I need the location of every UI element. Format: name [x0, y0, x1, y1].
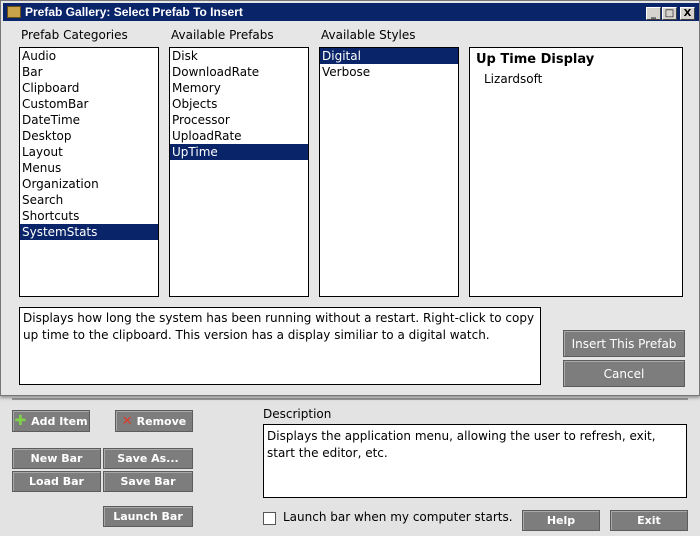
add-item-label: Add Item [31, 414, 88, 428]
category-item[interactable]: DateTime [20, 112, 158, 128]
prefabs-label: Available Prefabs [171, 28, 274, 42]
prefab-item[interactable]: UpTime [170, 144, 308, 160]
category-item[interactable]: Clipboard [20, 80, 158, 96]
category-item[interactable]: Audio [20, 48, 158, 64]
prefabs-list[interactable]: Disk DownloadRate Memory Objects Processor Up… [169, 47, 309, 297]
category-item[interactable]: Menus [20, 160, 158, 176]
prefab-item[interactable]: Memory [170, 80, 308, 96]
category-item[interactable]: Search [20, 192, 158, 208]
exit-button[interactable]: Exit [610, 510, 688, 531]
x-icon: ✕ [121, 413, 133, 429]
maximize-button[interactable]: □ [662, 7, 677, 20]
launch-checkbox-label[interactable]: Launch bar when my computer starts. [283, 510, 513, 524]
load-bar-button[interactable]: Load Bar [12, 471, 101, 492]
description-label: Description [263, 407, 332, 421]
categories-label: Prefab Categories [21, 28, 128, 42]
save-as-button[interactable]: Save As... [103, 448, 193, 469]
styles-label: Available Styles [321, 28, 416, 42]
main-divider [12, 398, 688, 400]
prefab-item[interactable]: Processor [170, 112, 308, 128]
prefab-item[interactable]: DownloadRate [170, 64, 308, 80]
dialog-title: Prefab Gallery: Select Prefab To Insert [25, 5, 243, 19]
close-button[interactable]: X [680, 7, 695, 20]
prefab-item[interactable]: Disk [170, 48, 308, 64]
prefab-item[interactable]: UploadRate [170, 128, 308, 144]
dialog-titlebar[interactable]: Prefab Gallery: Select Prefab To Insert … [3, 3, 699, 21]
prefab-item[interactable]: Objects [170, 96, 308, 112]
styles-list[interactable]: Digital Verbose [319, 47, 459, 297]
prefab-description: Displays how long the system has been ru… [19, 307, 541, 385]
prefab-info-title: Up Time Display [476, 52, 595, 67]
prefab-info-author: Lizardsoft [484, 72, 543, 86]
style-item[interactable]: Verbose [320, 64, 458, 80]
prefab-gallery-dialog: Prefab Gallery: Select Prefab To Insert … [0, 0, 700, 396]
new-bar-button[interactable]: New Bar [12, 448, 101, 469]
add-item-button[interactable]: ✚ Add Item [12, 410, 90, 432]
category-item[interactable]: Shortcuts [20, 208, 158, 224]
categories-list[interactable]: Audio Bar Clipboard CustomBar DateTime Deskto… [19, 47, 159, 297]
launch-bar-button[interactable]: Launch Bar [103, 506, 193, 527]
minimize-button[interactable]: _ [646, 7, 661, 20]
category-item[interactable]: Bar [20, 64, 158, 80]
description-text[interactable]: Displays the application menu, allowing … [263, 424, 687, 498]
cancel-button[interactable]: Cancel [563, 360, 685, 387]
remove-label: Remove [136, 414, 187, 428]
category-item[interactable]: Desktop [20, 128, 158, 144]
folder-icon [7, 6, 21, 18]
category-item[interactable]: CustomBar [20, 96, 158, 112]
save-bar-button[interactable]: Save Bar [103, 471, 193, 492]
plus-icon: ✚ [14, 412, 27, 429]
category-item[interactable]: Layout [20, 144, 158, 160]
insert-prefab-button[interactable]: Insert This Prefab [563, 330, 685, 357]
category-item[interactable]: SystemStats [20, 224, 158, 240]
category-item[interactable]: Organization [20, 176, 158, 192]
launch-checkbox[interactable] [263, 512, 276, 525]
remove-button[interactable]: ✕ Remove [115, 410, 193, 432]
style-item[interactable]: Digital [320, 48, 458, 64]
help-button[interactable]: Help [522, 510, 600, 531]
prefab-info-panel: Up Time Display Lizardsoft [469, 47, 683, 297]
